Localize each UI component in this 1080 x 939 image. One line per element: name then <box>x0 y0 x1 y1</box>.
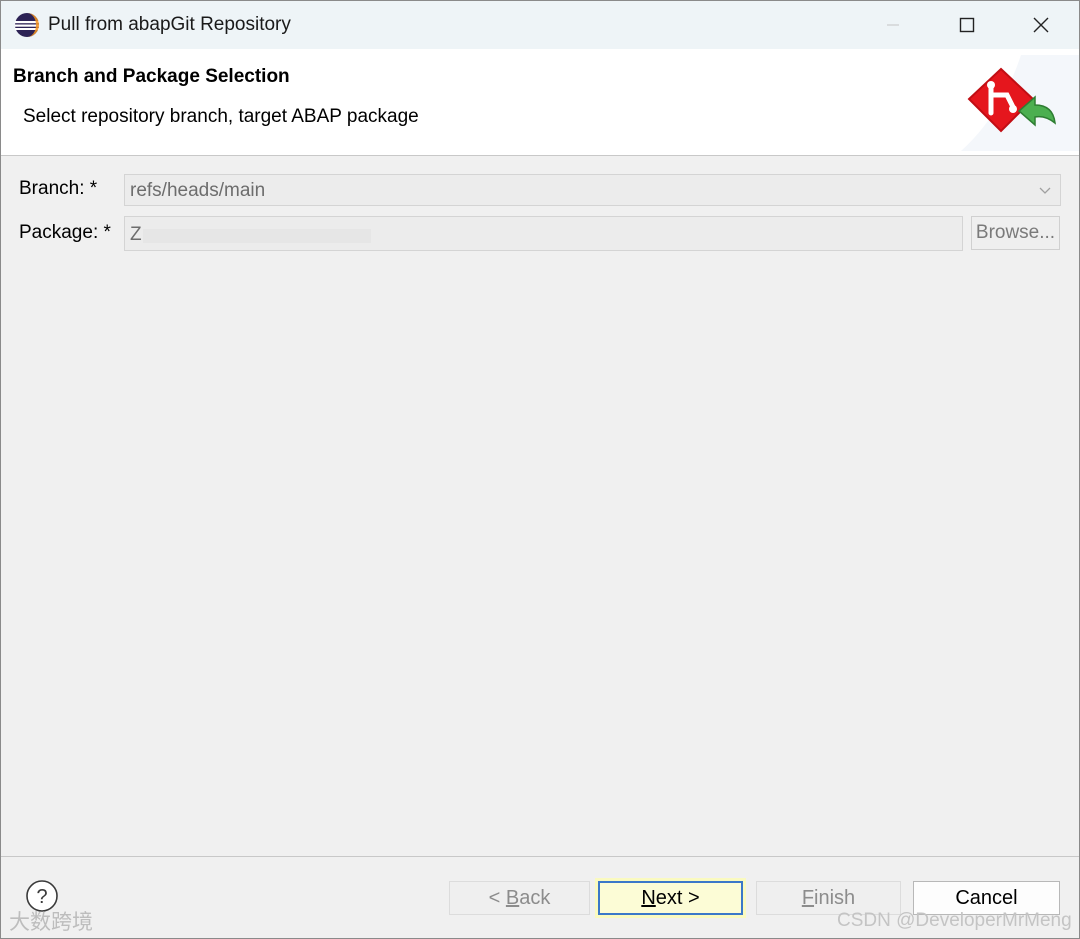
branch-value: refs/heads/main <box>130 180 266 201</box>
back-mnemonic: B <box>505 887 520 909</box>
svg-text:?: ? <box>36 886 47 908</box>
package-field[interactable]: Z <box>124 216 963 251</box>
watermark-right: CSDN @DeveloperMrMeng <box>837 910 1072 931</box>
branch-combo[interactable]: refs/heads/main <box>124 174 1061 206</box>
page-description: Select repository branch, target ABAP pa… <box>23 106 419 127</box>
next-button[interactable]: Next > <box>595 878 746 918</box>
back-button[interactable]: < Back <box>449 881 590 915</box>
package-value: Z <box>130 224 142 245</box>
close-icon <box>1033 17 1049 33</box>
title-bar[interactable]: Pull from abapGit Repository <box>1 1 1079 49</box>
browse-button[interactable]: Browse... <box>971 216 1060 250</box>
back-rest: ack <box>519 887 551 909</box>
window-title: Pull from abapGit Repository <box>48 14 291 35</box>
maximize-icon <box>959 17 975 33</box>
minimize-icon <box>887 24 899 26</box>
wizard-banner: Branch and Package Selection Select repo… <box>1 49 1079 156</box>
chevron-down-icon <box>1039 187 1051 194</box>
finish-mnemonic: F <box>801 887 815 909</box>
maximize-button[interactable] <box>930 1 1004 49</box>
next-mnemonic: N <box>641 887 656 909</box>
dialog-window: Pull from abapGit Repository Branch and … <box>0 0 1080 939</box>
next-rest: ext > <box>655 887 700 909</box>
branch-label: Branch: * <box>19 178 98 199</box>
page-title: Branch and Package Selection <box>13 66 290 87</box>
abapgit-pull-icon <box>961 55 1079 151</box>
button-bar-separator <box>1 856 1079 857</box>
close-button[interactable] <box>1004 1 1078 49</box>
package-redaction <box>143 229 371 243</box>
back-prefix: < <box>488 887 506 909</box>
finish-rest: inish <box>814 887 856 909</box>
package-label: Package: * <box>19 222 111 243</box>
watermark-left: 大数跨境 <box>9 911 93 934</box>
minimize-button[interactable] <box>856 1 930 49</box>
eclipse-icon <box>15 13 39 37</box>
